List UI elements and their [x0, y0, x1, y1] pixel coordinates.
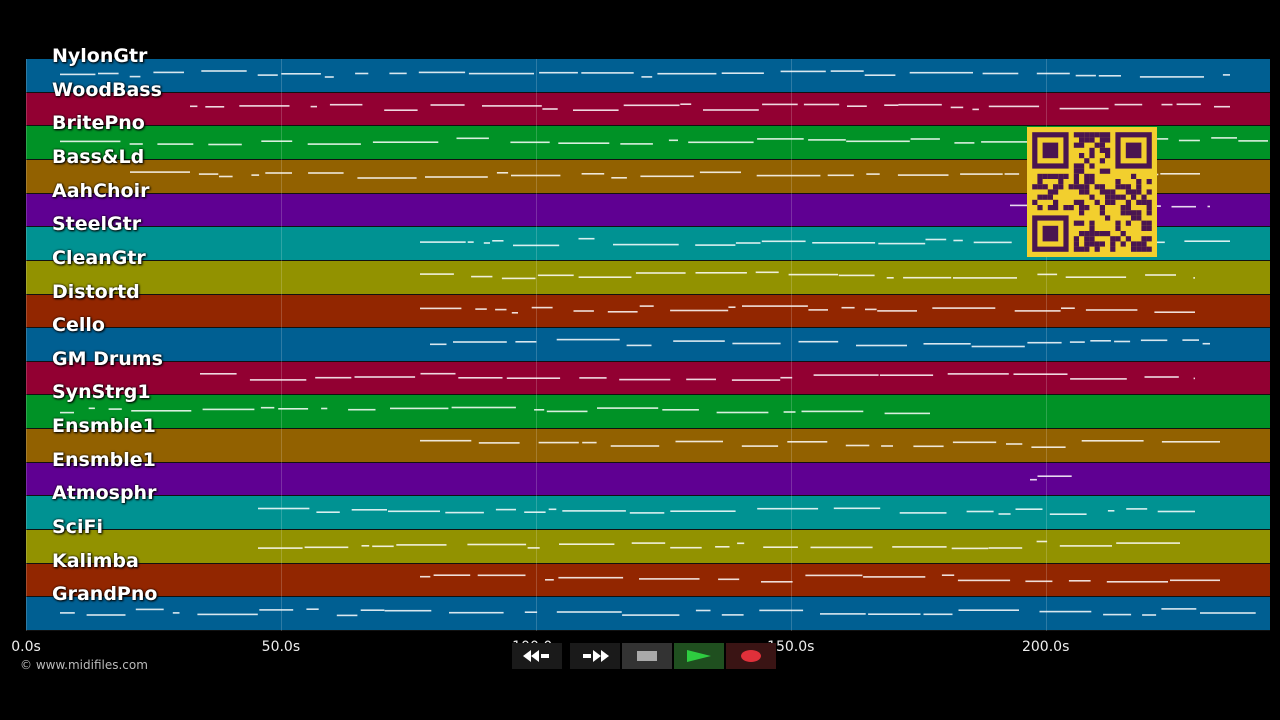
rewind-button[interactable]	[512, 643, 562, 669]
track-label: SciFi	[52, 516, 103, 539]
track-label: Bass&Ld	[52, 145, 145, 168]
track-label: GrandPno	[52, 583, 158, 606]
track-label: AahChoir	[52, 179, 150, 202]
rewind-icon	[523, 650, 549, 662]
track-label: SynStrg1	[52, 381, 151, 404]
stop-icon	[637, 651, 657, 661]
track-label: Ensmble1	[52, 415, 156, 438]
play-icon	[687, 650, 711, 662]
track-label: GM Drums	[52, 347, 163, 370]
time-tick-label: 0.0s	[11, 639, 41, 655]
qr-code	[1027, 127, 1157, 257]
track-label: Ensmble1	[52, 448, 156, 471]
track-label: Kalimba	[52, 549, 139, 572]
time-tick-label: 200.0s	[1021, 639, 1070, 655]
fast-forward-button[interactable]	[570, 643, 620, 669]
track-label: CleanGtr	[52, 246, 146, 269]
track-label: BritePno	[52, 112, 145, 135]
stop-button[interactable]	[622, 643, 672, 669]
track-label: NylonGtr	[52, 45, 148, 67]
play-button[interactable]	[674, 643, 724, 669]
note-marks	[60, 70, 1268, 617]
fast-forward-icon	[583, 650, 609, 662]
track-label: Cello	[52, 314, 105, 337]
record-icon	[741, 650, 761, 662]
piano-roll-view: NylonGtr WoodBass BritePno Bass&Ld AahChoir S…	[0, 0, 1280, 720]
track-label: Distortd	[52, 280, 140, 303]
track-label: Atmosphr	[52, 482, 157, 505]
track-label: SteelGtr	[52, 213, 142, 236]
record-button[interactable]	[726, 643, 776, 669]
transport-controls	[510, 643, 776, 669]
copyright-text: © www.midifiles.com	[20, 658, 148, 672]
track-label: WoodBass	[52, 78, 162, 101]
time-tick-label: 50.0s	[261, 639, 301, 655]
